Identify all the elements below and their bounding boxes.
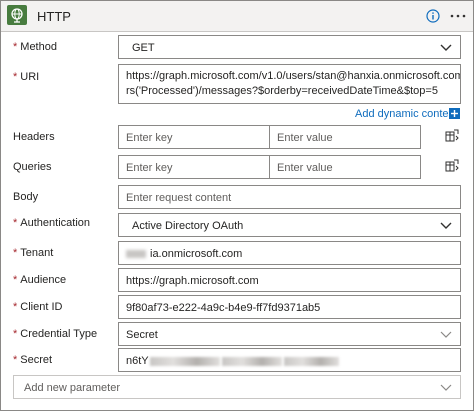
required-marker: * — [13, 41, 18, 53]
uri-input[interactable]: https://graph.microsoft.com/v1.0/users/s… — [118, 64, 461, 104]
method-label-text: Method — [20, 41, 57, 53]
credential-type-label: * Credential Type — [13, 328, 97, 340]
headers-value-input[interactable]: Enter value — [269, 125, 421, 149]
uri-value-line2: rs('Processed')/messages?$orderby=receiv… — [126, 85, 438, 97]
tenant-input[interactable]: ia.onmicrosoft.com — [118, 241, 461, 265]
method-value: GET — [132, 42, 155, 54]
globe-icon — [7, 5, 27, 25]
uri-label-text: URI — [20, 71, 40, 83]
credential-type-dropdown[interactable]: Secret — [118, 322, 461, 346]
uri-label: * URI — [13, 71, 39, 83]
audience-label: * Audience — [13, 274, 66, 286]
audience-label-text: Audience — [20, 274, 67, 286]
chevron-down-icon — [440, 44, 452, 51]
plus-icon[interactable] — [449, 108, 460, 119]
add-new-parameter-dropdown[interactable]: Add new parameter — [13, 375, 461, 399]
more-options-icon[interactable] — [449, 7, 467, 25]
required-marker: * — [13, 247, 18, 259]
audience-input[interactable]: https://graph.microsoft.com — [118, 268, 461, 292]
required-marker: * — [13, 354, 18, 366]
required-marker: * — [13, 217, 18, 229]
redacted-mask — [283, 356, 339, 366]
queries-key-input[interactable]: Enter key — [118, 155, 270, 179]
queries-value-input[interactable]: Enter value — [269, 155, 421, 179]
tenant-label-text: Tenant — [20, 247, 54, 259]
switch-to-text-mode-icon[interactable] — [445, 159, 459, 173]
queries-label: Queries — [13, 161, 52, 173]
credential-type-label-text: Credential Type — [20, 328, 98, 340]
queries-value-placeholder: Enter value — [277, 162, 333, 174]
client-id-label-text: Client ID — [20, 301, 63, 313]
body-label: Body — [13, 191, 39, 203]
redacted-mask — [149, 356, 220, 366]
headers-key-placeholder: Enter key — [126, 132, 173, 144]
http-action-card: HTTP * Method GET * URI https://graph.mi… — [0, 0, 474, 411]
method-dropdown[interactable]: GET — [118, 35, 461, 59]
authentication-dropdown[interactable]: Active Directory OAuth — [118, 213, 461, 237]
audience-value: https://graph.microsoft.com — [126, 275, 259, 287]
add-dynamic-content-link[interactable]: Add dynamic content — [355, 108, 458, 120]
required-marker: * — [13, 274, 18, 286]
queries-key-placeholder: Enter key — [126, 162, 173, 174]
secret-label-text: Secret — [20, 354, 53, 366]
add-parameter-placeholder: Add new parameter — [24, 382, 120, 394]
client-id-value: 9f80af73-e222-4a9c-b4e9-ff7fd9371ab5 — [126, 302, 321, 314]
chevron-down-icon — [440, 222, 452, 229]
secret-value: n6tY — [126, 355, 149, 367]
redacted-mask — [221, 356, 282, 366]
client-id-input[interactable]: 9f80af73-e222-4a9c-b4e9-ff7fd9371ab5 — [118, 295, 461, 319]
secret-input[interactable]: n6tY — [118, 348, 461, 372]
body-input[interactable]: Enter request content — [118, 185, 461, 209]
card-header[interactable]: HTTP — [1, 1, 473, 32]
switch-to-text-mode-icon[interactable] — [445, 129, 459, 143]
authentication-label-text: Authentication — [20, 217, 90, 229]
chevron-down-icon — [440, 331, 452, 338]
headers-key-input[interactable]: Enter key — [118, 125, 270, 149]
card-title: HTTP — [37, 9, 71, 24]
redacted-mask — [126, 250, 146, 259]
tenant-value: ia.onmicrosoft.com — [150, 248, 243, 260]
client-id-label: * Client ID — [13, 301, 62, 313]
chevron-down-icon — [440, 384, 452, 391]
required-marker: * — [13, 301, 18, 313]
credential-type-value: Secret — [126, 329, 158, 341]
required-marker: * — [13, 328, 18, 340]
headers-value-placeholder: Enter value — [277, 132, 333, 144]
authentication-value: Active Directory OAuth — [132, 220, 244, 232]
headers-label: Headers — [13, 131, 55, 143]
info-icon[interactable] — [426, 9, 440, 23]
required-marker: * — [13, 71, 18, 83]
method-label: * Method — [13, 41, 57, 53]
authentication-label: * Authentication — [13, 217, 90, 229]
tenant-label: * Tenant — [13, 247, 53, 259]
uri-value-line1: https://graph.microsoft.com/v1.0/users/s… — [126, 70, 461, 82]
secret-label: * Secret — [13, 354, 52, 366]
body-placeholder: Enter request content — [126, 192, 232, 204]
